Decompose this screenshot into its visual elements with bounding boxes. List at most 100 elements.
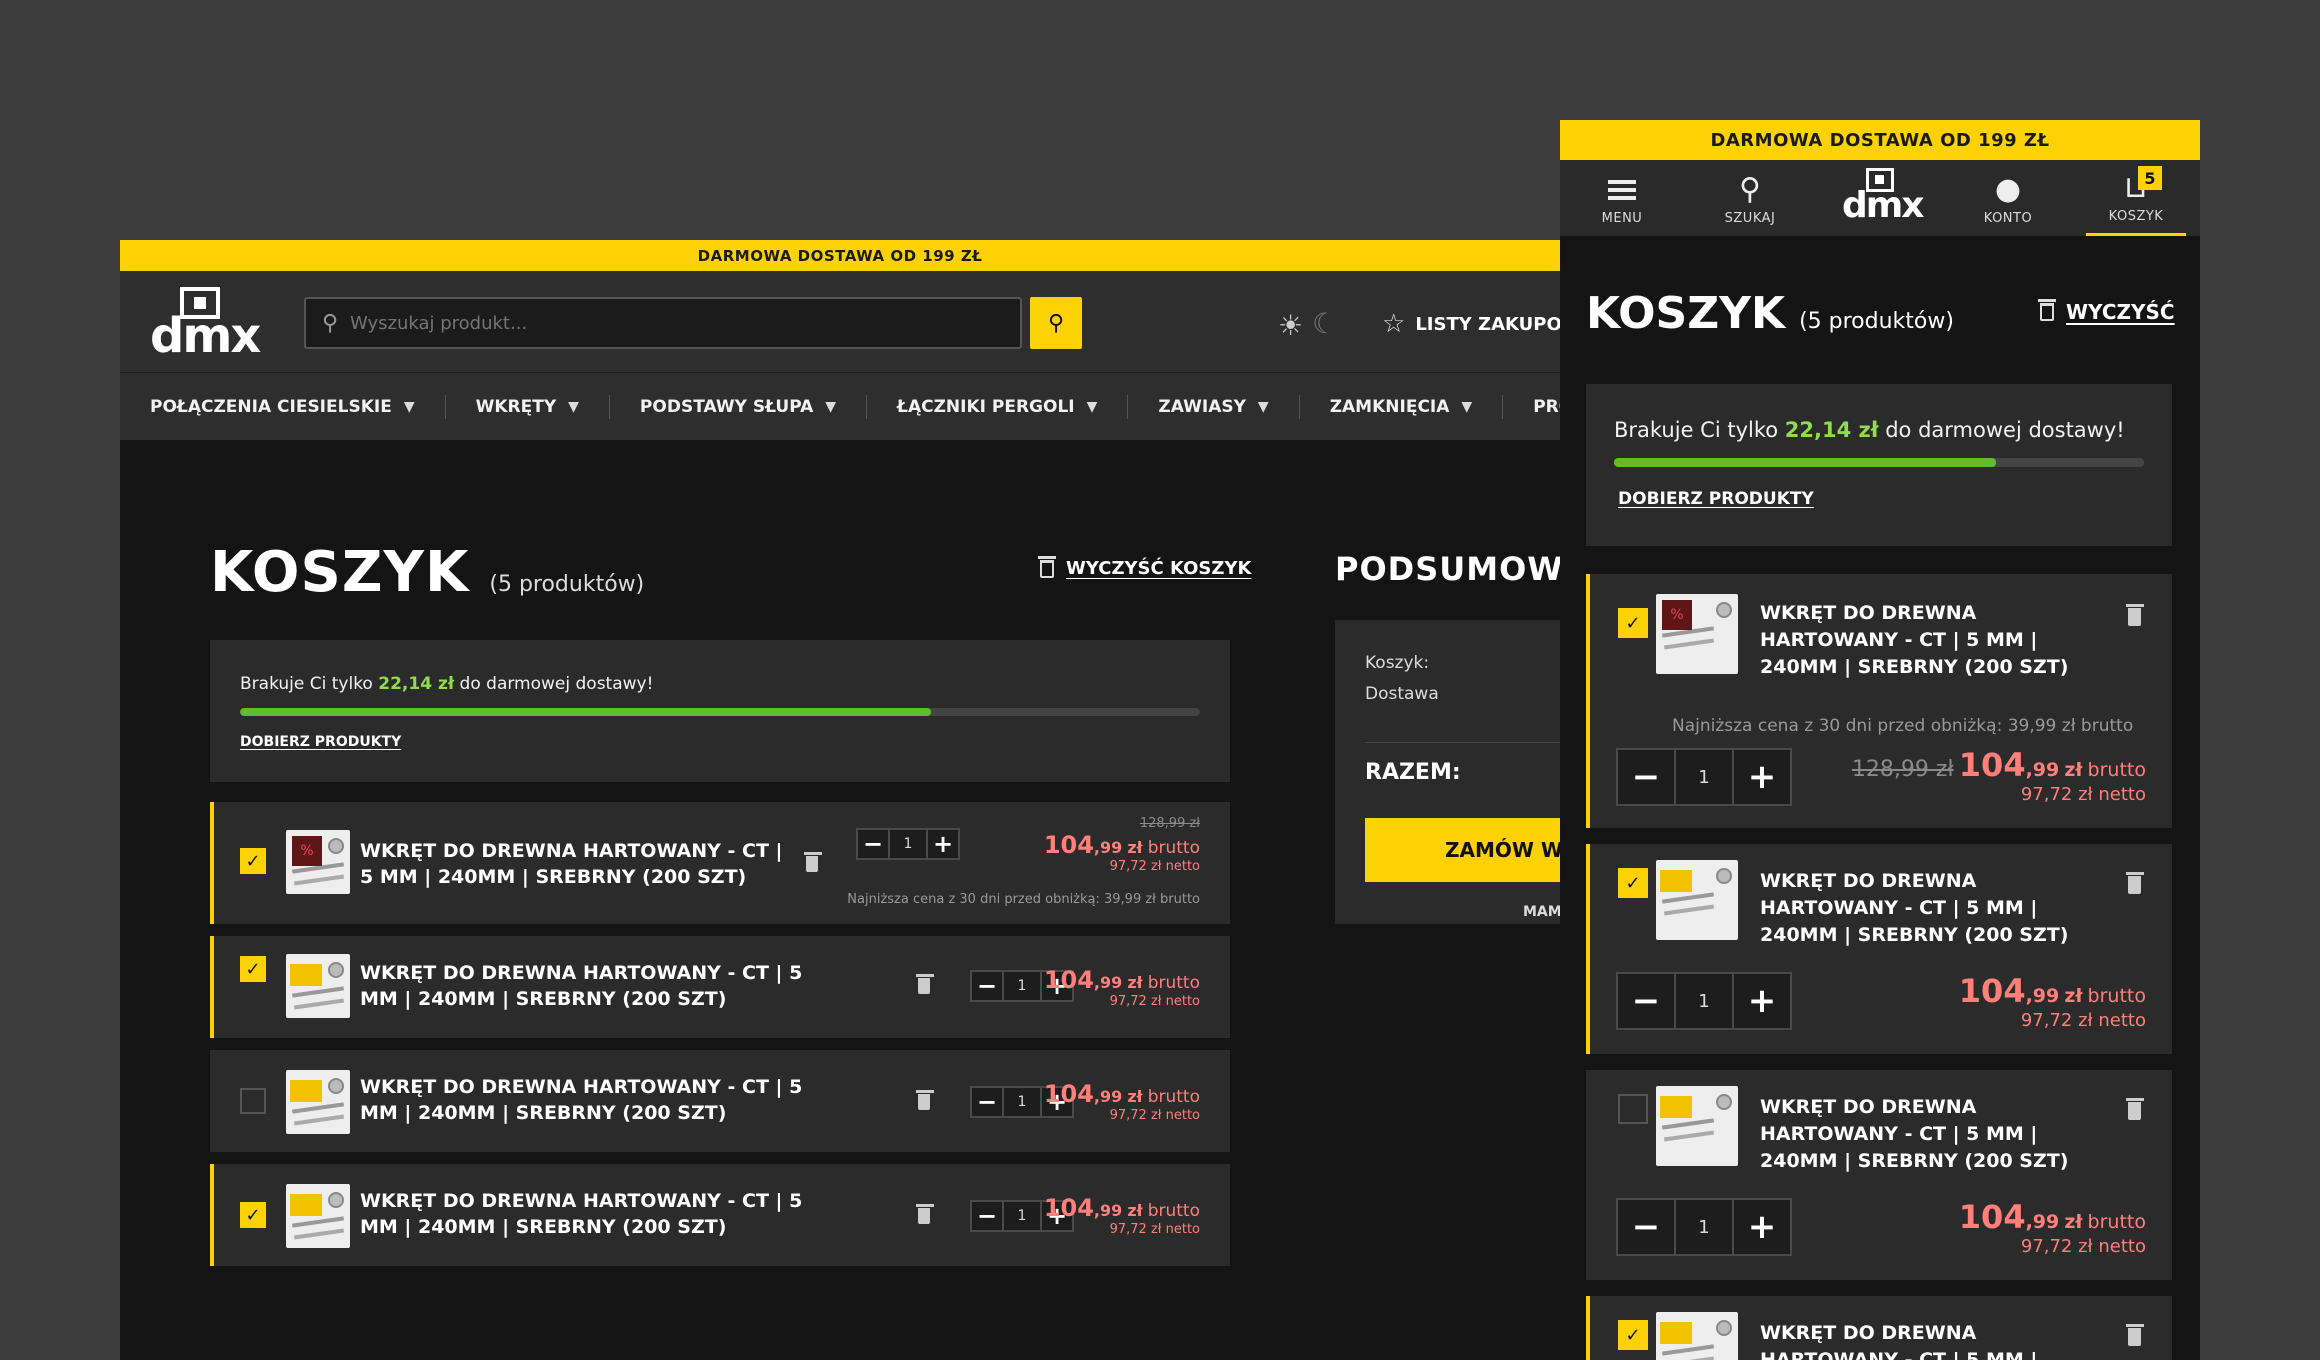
- item-checkbox[interactable]: [240, 1088, 266, 1114]
- decrease-button[interactable]: −: [1618, 974, 1674, 1028]
- add-products-link[interactable]: DOBIERZ PRODUKTY: [240, 734, 401, 750]
- tab-menu[interactable]: MENU: [1572, 160, 1672, 236]
- check-icon: ✓: [245, 1204, 261, 1226]
- product-name[interactable]: WKRĘT DO DREWNA HARTOWANY - CT | 5 MM | …: [1760, 1320, 2110, 1360]
- search-box: ⚲: [304, 297, 1022, 349]
- chevron-down-icon: ▼: [403, 398, 415, 415]
- product-thumbnail[interactable]: [1656, 1312, 1738, 1360]
- chevron-down-icon: ▼: [1086, 398, 1098, 415]
- chevron-down-icon: ▼: [1257, 398, 1269, 415]
- item-checkbox[interactable]: ✓: [1618, 868, 1648, 898]
- nav-item-polaczenia[interactable]: POŁĄCZENIA CIESIELSKIE ▼: [150, 394, 446, 419]
- quantity-value[interactable]: 1: [888, 830, 928, 858]
- summary-shipping-label: Dostawa: [1365, 684, 1439, 704]
- promo-bar: DARMOWA DOSTAWA OD 199 ZŁ: [120, 240, 1560, 271]
- product-thumbnail[interactable]: [1656, 1086, 1738, 1166]
- quantity-value[interactable]: 1: [1674, 1200, 1734, 1254]
- item-price: 104,99 zł brutto 97,72 zł netto: [1043, 966, 1200, 1009]
- decrease-button[interactable]: −: [858, 830, 888, 858]
- product-name[interactable]: WKRĘT DO DREWNA HARTOWANY - CT | 5 MM | …: [1760, 868, 2110, 949]
- trash-icon[interactable]: [2126, 872, 2144, 894]
- increase-button[interactable]: +: [1734, 1200, 1790, 1254]
- free-shipping-text: Brakuje Ci tylko 22,14 zł do darmowej do…: [1614, 418, 2125, 442]
- search-icon: ⚲: [322, 310, 339, 336]
- increase-button[interactable]: +: [1734, 974, 1790, 1028]
- clear-cart-button[interactable]: WYCZYŚĆ: [2038, 299, 2175, 324]
- page-title: KOSZYK: [1586, 288, 1786, 339]
- nav-item-laczniki[interactable]: ŁĄCZNIKI PERGOLI ▼: [897, 394, 1129, 419]
- nav-item-podstawy[interactable]: PODSTAWY SŁUPA ▼: [640, 394, 868, 419]
- moon-icon[interactable]: ☾: [1312, 307, 1337, 340]
- item-checkbox[interactable]: ✓: [240, 956, 266, 982]
- decrease-button[interactable]: −: [972, 1202, 1002, 1230]
- logo[interactable]: dmx: [1842, 168, 1925, 230]
- quantity-value[interactable]: 1: [1674, 974, 1734, 1028]
- search-input[interactable]: [350, 312, 1020, 334]
- nav-item-zawiasy[interactable]: ZAWIASY ▼: [1158, 394, 1300, 419]
- check-icon: ✓: [1625, 612, 1641, 634]
- add-products-link[interactable]: DOBIERZ PRODUKTY: [1618, 489, 1814, 509]
- product-name[interactable]: WKRĘT DO DREWNA HARTOWANY - CT | 5 MM | …: [360, 1188, 840, 1240]
- shopping-lists-link[interactable]: ☆ LISTY ZAKUPOW: [1382, 309, 1560, 339]
- cart-item: ✓ WKRĘT DO DREWNA HARTOWANY - CT | 5 MM …: [210, 936, 1230, 1038]
- item-checkbox[interactable]: ✓: [1618, 1320, 1648, 1350]
- check-icon: ✓: [245, 850, 261, 872]
- summary-box: Koszyk: Dostawa RAZEM: ZAMÓW WY MAM: [1335, 620, 1560, 924]
- product-thumbnail[interactable]: [1656, 860, 1738, 940]
- nav-item-pro[interactable]: PRO: [1533, 395, 1560, 419]
- trash-icon[interactable]: [2126, 1098, 2144, 1120]
- quantity-value[interactable]: 1: [1002, 1088, 1042, 1116]
- cart-item: WKRĘT DO DREWNA HARTOWANY - CT | 5 MM | …: [1586, 1070, 2172, 1280]
- nav-item-zamkniecia[interactable]: ZAMKNIĘCIA ▼: [1330, 394, 1504, 419]
- decrease-button[interactable]: −: [1618, 1200, 1674, 1254]
- cart-item: WKRĘT DO DREWNA HARTOWANY - CT | 5 MM | …: [210, 1050, 1230, 1152]
- chevron-down-icon: ▼: [568, 398, 579, 415]
- item-checkbox[interactable]: ✓: [240, 1202, 266, 1228]
- trash-icon[interactable]: [804, 852, 822, 872]
- quantity-value[interactable]: 1: [1674, 750, 1734, 804]
- trash-icon[interactable]: [916, 974, 934, 994]
- product-name[interactable]: WKRĘT DO DREWNA HARTOWANY - CT | 5 MM | …: [1760, 1094, 2110, 1175]
- tab-search[interactable]: ⚲ SZUKAJ: [1700, 160, 1800, 236]
- decrease-button[interactable]: −: [1618, 750, 1674, 804]
- user-icon: ●: [1994, 171, 2022, 207]
- shopping-lists-label: LISTY ZAKUPOW: [1415, 313, 1560, 335]
- sun-icon[interactable]: ☀: [1278, 309, 1303, 342]
- net-price: 97,72 zł netto: [1109, 859, 1200, 874]
- product-name[interactable]: WKRĘT DO DREWNA HARTOWANY - CT | 5 MM | …: [360, 960, 840, 1012]
- product-thumbnail[interactable]: [286, 1184, 350, 1248]
- tab-account[interactable]: ● KONTO: [1958, 160, 2058, 236]
- trash-icon[interactable]: [2126, 604, 2144, 626]
- product-name[interactable]: WKRĘT DO DREWNA HARTOWANY - CT | 5 MM | …: [360, 838, 790, 890]
- decrease-button[interactable]: −: [972, 972, 1002, 1000]
- order-button[interactable]: ZAMÓW WY: [1365, 818, 1560, 882]
- check-icon: ✓: [1625, 1324, 1641, 1346]
- clear-cart-button[interactable]: WYCZYŚĆ KOSZYK: [1038, 555, 1251, 579]
- product-thumbnail[interactable]: [286, 1070, 350, 1134]
- free-shipping-box: Brakuje Ci tylko 22,14 zł do darmowej do…: [210, 640, 1230, 782]
- decrease-button[interactable]: −: [972, 1088, 1002, 1116]
- item-checkbox[interactable]: [1618, 1094, 1648, 1124]
- item-price: 104,99 zł brutto 97,72 zł netto: [1043, 1194, 1200, 1237]
- trash-icon[interactable]: [2126, 1324, 2144, 1346]
- logo[interactable]: dmx: [150, 287, 261, 361]
- item-checkbox[interactable]: ✓: [240, 848, 266, 874]
- product-name[interactable]: WKRĘT DO DREWNA HARTOWANY - CT | 5 MM | …: [1760, 600, 2110, 681]
- quantity-value[interactable]: 1: [1002, 1202, 1042, 1230]
- item-price: 104,99 zł brutto 97,72 zł netto: [1958, 972, 2146, 1031]
- have-code-link[interactable]: MAM: [1523, 904, 1560, 920]
- trash-icon[interactable]: [916, 1090, 934, 1110]
- increase-button[interactable]: +: [928, 830, 958, 858]
- trash-icon[interactable]: [916, 1204, 934, 1224]
- product-thumbnail[interactable]: %: [1656, 594, 1738, 674]
- product-thumbnail[interactable]: [286, 954, 350, 1018]
- tab-cart[interactable]: ⊔ KOSZYK: [2086, 160, 2186, 236]
- increase-button[interactable]: +: [1734, 750, 1790, 804]
- lowest-price-note: Najniższa cena z 30 dni przed obniżką: 3…: [847, 892, 1200, 907]
- nav-item-wkrety[interactable]: WKRĘTY ▼: [476, 394, 610, 419]
- search-button[interactable]: ⚲: [1030, 297, 1082, 349]
- item-checkbox[interactable]: ✓: [1618, 608, 1648, 638]
- product-thumbnail[interactable]: %: [286, 830, 350, 894]
- product-name[interactable]: WKRĘT DO DREWNA HARTOWANY - CT | 5 MM | …: [360, 1074, 840, 1126]
- quantity-value[interactable]: 1: [1002, 972, 1042, 1000]
